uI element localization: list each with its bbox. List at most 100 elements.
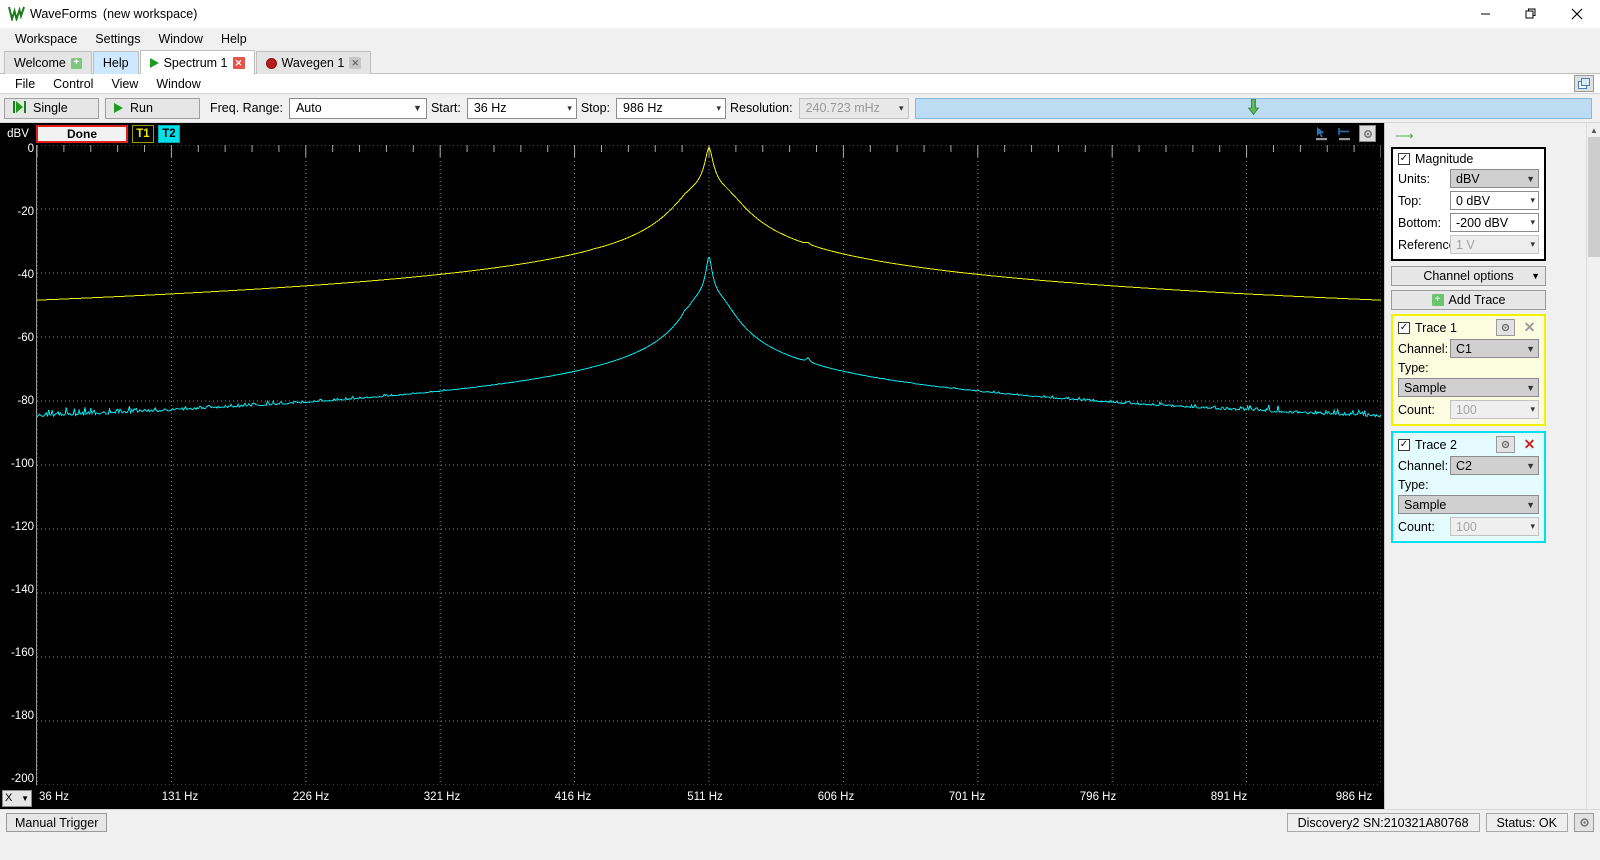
freq-range-select[interactable]: Auto ▼ [289, 98, 427, 119]
bottom-value: -200 dBV [1456, 216, 1508, 230]
close-icon[interactable]: ✕ [233, 57, 245, 69]
menu-workspace[interactable]: Workspace [6, 29, 86, 49]
trace-1-channel-value: C1 [1456, 342, 1472, 356]
status-indicator: Status: OK [1486, 813, 1568, 832]
tab-strip: Welcome + Help Spectrum 1 ✕ Wavegen 1 ✕ [0, 50, 1600, 74]
trace-2-type-select[interactable]: Sample ▼ [1398, 495, 1539, 514]
trace-badge-t1[interactable]: T1 [132, 125, 154, 143]
trace-1-type-select[interactable]: Sample ▼ [1398, 378, 1539, 397]
run-button[interactable]: Run [105, 98, 200, 119]
chevron-down-icon: ▾ [1530, 217, 1535, 228]
spectrum-chart [37, 145, 1381, 785]
manual-trigger-button[interactable]: Manual Trigger [6, 813, 107, 832]
chevron-down-icon: ▼ [1526, 383, 1535, 393]
x-tick-226: 226 Hz [293, 791, 329, 803]
x-tick-131: 131 Hz [162, 791, 198, 803]
scroll-up-icon[interactable]: ▲ [1587, 123, 1600, 137]
plus-icon[interactable]: + [71, 58, 82, 69]
play-icon [150, 58, 159, 68]
instrument-toolbar: Single Run Freq. Range: Auto ▼ Start: 36… [0, 94, 1600, 123]
restore-window-icon[interactable] [1574, 75, 1594, 92]
trace-2-channel-select[interactable]: C2 ▼ [1450, 456, 1539, 475]
tab-spectrum-1-label: Spectrum 1 [164, 56, 228, 70]
magnitude-top-row: Top: 0 dBV ▾ [1398, 191, 1539, 210]
stop-frequency-input[interactable]: 986 Hz ▾ [616, 98, 726, 119]
menu-view[interactable]: View [102, 75, 147, 93]
menu-help[interactable]: Help [212, 29, 256, 49]
menu-window[interactable]: Window [149, 29, 211, 49]
x-axis-selector[interactable]: X ▼ [2, 790, 32, 807]
x-tick-36: 36 Hz [39, 791, 69, 803]
menu-settings[interactable]: Settings [86, 29, 149, 49]
bottom-label: Bottom: [1398, 216, 1450, 230]
menu-control[interactable]: Control [44, 75, 102, 93]
trace-2-close-icon[interactable]: ✕ [1520, 436, 1539, 453]
tab-wavegen-1[interactable]: Wavegen 1 ✕ [256, 51, 372, 74]
trace-2-type-label-row: Type: [1398, 478, 1539, 492]
trace-1-settings-icon[interactable] [1496, 319, 1515, 336]
trace-1-channel-label: Channel: [1398, 342, 1450, 356]
x-tick-891: 891 Hz [1211, 791, 1247, 803]
resolution-label: Resolution: [730, 101, 793, 115]
start-frequency-input[interactable]: 36 Hz ▾ [467, 98, 577, 119]
tab-help[interactable]: Help [93, 51, 139, 74]
chevron-down-icon: ▼ [21, 794, 29, 803]
chevron-down-icon: ▾ [717, 103, 722, 114]
trace-1-type-row: Sample ▼ [1398, 378, 1539, 397]
side-panel-scrollbar[interactable]: ▲ [1586, 123, 1600, 809]
play-icon [114, 103, 123, 113]
cursor-icon[interactable] [1313, 125, 1330, 142]
maximize-button[interactable] [1508, 0, 1554, 28]
plot-settings-icon[interactable] [1359, 125, 1376, 142]
y-tick-200: -200 [11, 773, 34, 785]
status-bar: Manual Trigger Discovery2 SN:210321A8076… [0, 809, 1600, 835]
start-label: Start: [431, 101, 461, 115]
chevron-down-icon: ▾ [567, 103, 572, 114]
y-tick-40: -40 [17, 269, 34, 281]
settings-icon[interactable] [1574, 813, 1594, 832]
chevron-down-icon: ▼ [1526, 461, 1535, 471]
y-tick-0: 0 [28, 143, 34, 155]
minimize-button[interactable] [1462, 0, 1508, 28]
magnitude-header: ✓ Magnitude [1398, 152, 1539, 166]
single-button[interactable]: Single [4, 98, 99, 119]
bottom-select[interactable]: -200 dBV ▾ [1450, 213, 1539, 232]
trace-badge-t2[interactable]: T2 [158, 125, 180, 143]
add-trace-button[interactable]: + Add Trace [1391, 290, 1546, 310]
measure-icon[interactable] [1336, 125, 1353, 142]
tab-welcome-label: Welcome [14, 56, 66, 70]
tab-wavegen-1-label: Wavegen 1 [282, 56, 345, 70]
spectrum-canvas-container[interactable] [36, 145, 1380, 785]
trace-1-count-label: Count: [1398, 403, 1450, 417]
trace-2-type-label: Type: [1398, 478, 1429, 492]
trace-2-checkbox[interactable]: ✓ [1398, 439, 1410, 451]
settings-side-panel: ⟶ ✓ Magnitude Units: dBV ▼ Top: 0 dBV ▾ [1384, 123, 1600, 809]
app-logo-icon [6, 4, 26, 24]
trace-1-type-label-row: Type: [1398, 361, 1539, 375]
trace-1-channel-select[interactable]: C1 ▼ [1450, 339, 1539, 358]
tab-spectrum-1[interactable]: Spectrum 1 ✕ [140, 50, 255, 74]
single-icon [13, 101, 26, 116]
top-select[interactable]: 0 dBV ▾ [1450, 191, 1539, 210]
x-tick-labels: 36 Hz 131 Hz 226 Hz 321 Hz 416 Hz 511 Hz… [32, 787, 1384, 809]
y-tick-180: -180 [11, 710, 34, 722]
magnitude-checkbox[interactable]: ✓ [1398, 153, 1410, 165]
chevron-down-icon: ▾ [1530, 239, 1535, 250]
channel-options-button[interactable]: Channel options ▼ [1391, 266, 1546, 286]
trace-1-header: ✓ Trace 1 ✕ [1398, 319, 1539, 336]
menu-window-inner[interactable]: Window [147, 75, 209, 93]
panel-collapse-arrow-icon[interactable]: ⟶ [1391, 127, 1598, 147]
scrollbar-thumb[interactable] [1588, 137, 1600, 257]
y-axis: 0 -20 -40 -60 -80 -100 -120 -140 -160 -1… [0, 145, 36, 785]
trace-1-checkbox[interactable]: ✓ [1398, 322, 1410, 334]
trace-2-settings-icon[interactable] [1496, 436, 1515, 453]
freq-range-label: Freq. Range: [210, 101, 283, 115]
trace-1-count-value: 100 [1456, 403, 1477, 417]
units-select[interactable]: dBV ▼ [1450, 169, 1539, 188]
single-button-label: Single [33, 101, 68, 115]
close-icon[interactable]: ✕ [349, 57, 361, 69]
tab-welcome[interactable]: Welcome + [4, 51, 92, 74]
close-button[interactable] [1554, 0, 1600, 28]
menu-file[interactable]: File [6, 75, 44, 93]
stop-value: 986 Hz [623, 101, 663, 115]
